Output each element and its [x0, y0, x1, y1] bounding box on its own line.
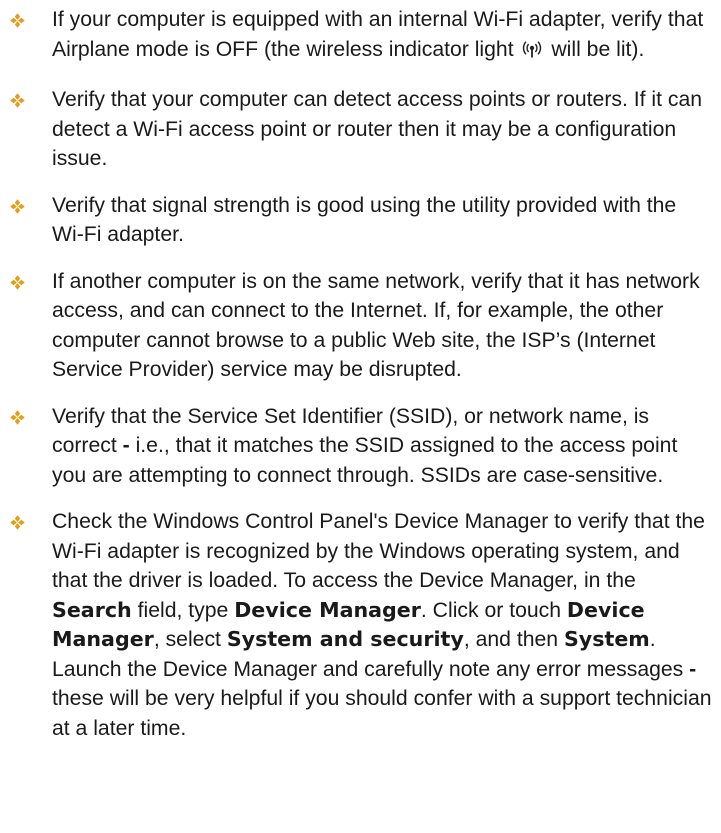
list-item: Verify that your computer can detect acc… — [0, 85, 721, 174]
em-dash: - — [122, 434, 130, 457]
diamond-cluster-icon — [10, 515, 25, 530]
wireless-indicator-icon — [521, 39, 543, 69]
ui-term-system: System — [563, 627, 650, 651]
diamond-cluster-icon — [10, 13, 25, 28]
list-item: If your computer is equipped with an int… — [0, 5, 721, 68]
ui-term-search: Search — [52, 597, 132, 622]
list-item: If another computer is on the same netwo… — [0, 267, 721, 385]
ui-term-system-and-security: System and security — [226, 627, 464, 651]
diamond-cluster-icon — [10, 274, 25, 290]
troubleshooting-checklist: If your computer is equipped with an int… — [0, 0, 721, 760]
ui-term-device-manager: Device Manager — [234, 597, 421, 622]
diamond-cluster-icon — [10, 409, 25, 425]
list-item: Verify that the Service Set Identifier (… — [0, 402, 721, 491]
diamond-cluster-icon — [10, 93, 25, 108]
diamond-cluster-icon — [10, 198, 25, 214]
list-item: Verify that signal strength is good usin… — [0, 191, 721, 250]
list-item: Check the Windows Control Panel's Device… — [0, 507, 721, 743]
em-dash: - — [689, 657, 697, 681]
